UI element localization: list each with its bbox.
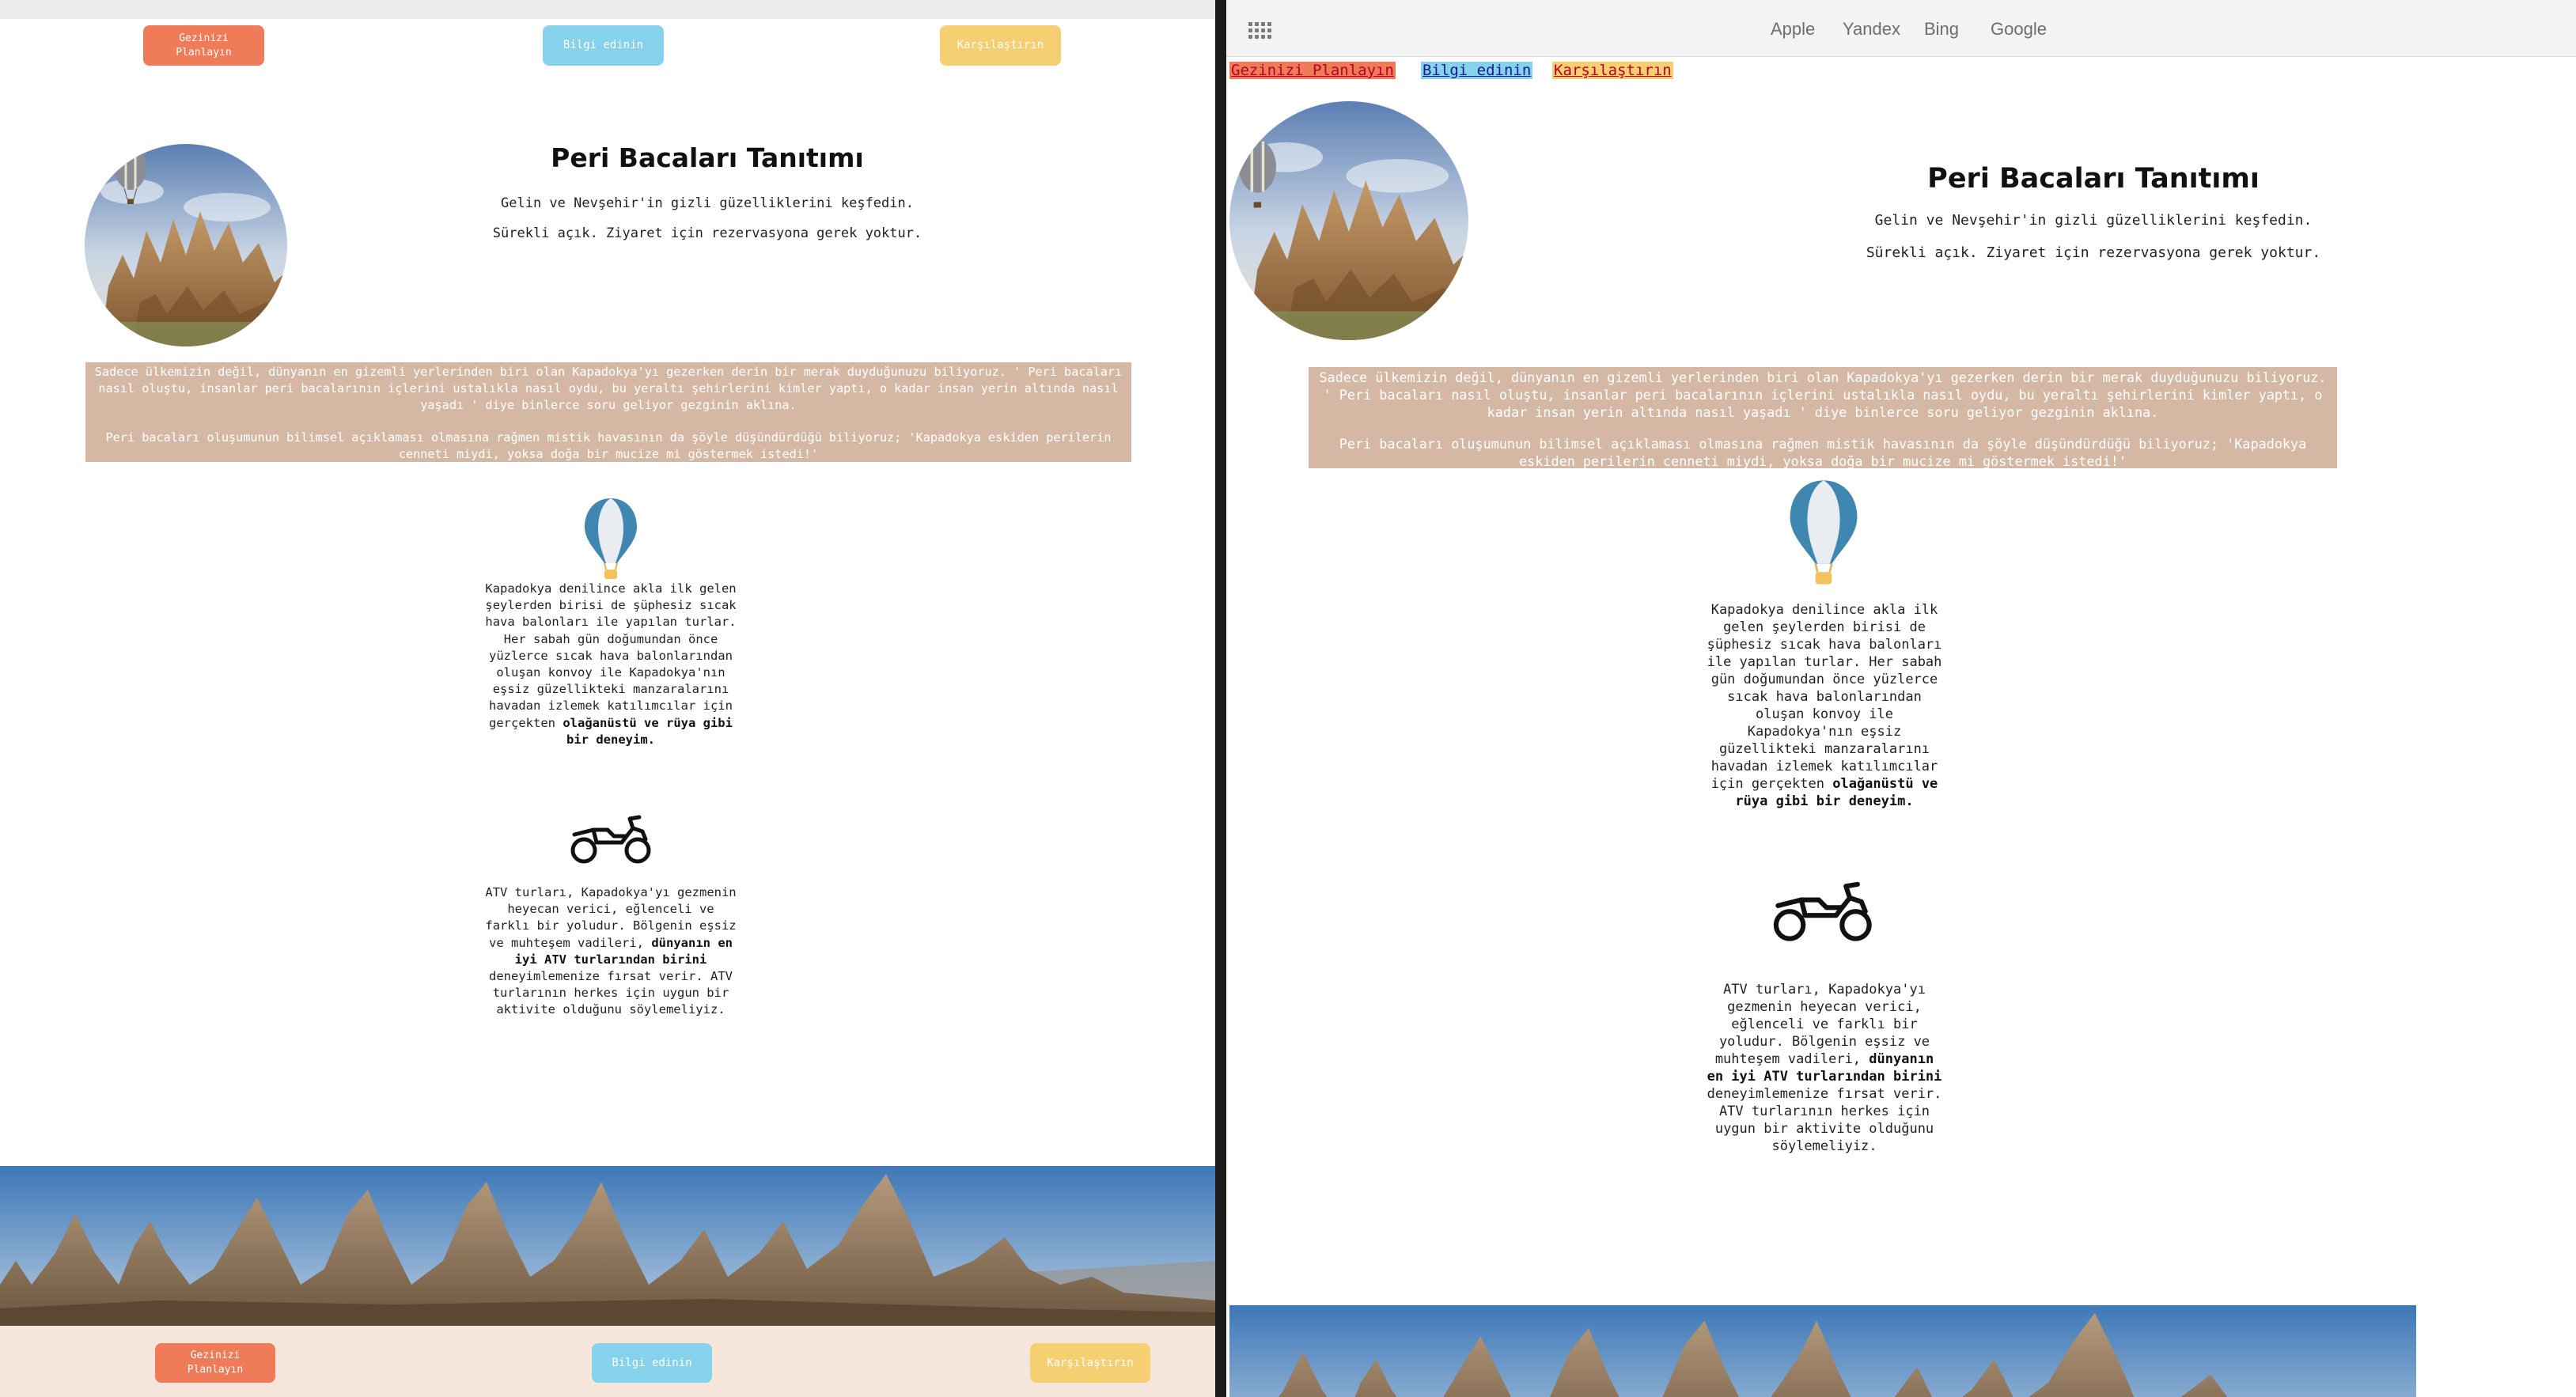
intro-text-box: Sadece ülkemizin değil, dünyanın en gize… [85, 362, 1131, 462]
fairy-chimneys-panorama [0, 1166, 1215, 1326]
intro-paragraph-1: Sadece ülkemizin değil, dünyanın en gize… [94, 365, 1123, 412]
plan-trip-button[interactable]: Gezinizi Planlayın [143, 25, 264, 66]
balloon-description: Kapadokya denilince akla ilk gelen şeyle… [1704, 601, 1945, 810]
intro-paragraph-2: Peri bacaları oluşumunun bilimsel açıkla… [105, 430, 1112, 461]
compare-label: Karşılaştırın [957, 39, 1044, 52]
nav-link-compare[interactable]: Karşılaştırın [1552, 62, 1673, 79]
balloon-description: Kapadokya denilince akla ilk gelen şeyle… [483, 581, 738, 748]
window-divider [1215, 0, 1226, 1397]
atv-description: ATV turları, Kapadokya'yı gezmenin heyec… [483, 884, 738, 1019]
cappadocia-hero-image [85, 144, 287, 346]
balloon-text-bold: olağanüstü ve rüya gibi bir deneyim. [563, 715, 733, 747]
compare-button[interactable]: Karşılaştırın [940, 25, 1061, 66]
learn-label: Bilgi edinin [563, 39, 644, 52]
intro-paragraph-2: Peri bacaları oluşumunun bilimsel açıkla… [1339, 436, 2307, 469]
footer-bar: Gezinizi Planlayın Bilgi edinin Karşılaş… [0, 1326, 1215, 1397]
intro-paragraph-1: Sadece ülkemizin değil, dünyanın en gize… [1319, 369, 2327, 420]
balloon-text: Kapadokya denilince akla ilk gelen şeyle… [1707, 602, 1942, 792]
footer-plan-label-line1: Gezinizi [190, 1350, 241, 1362]
favorite-google[interactable]: Google [1991, 19, 2047, 40]
atv-description: ATV turları, Kapadokya'yı gezmenin heyec… [1704, 981, 1945, 1155]
top-strip [0, 0, 1215, 19]
favorite-yandex[interactable]: Yandex [1843, 19, 1900, 40]
learn-button[interactable]: Bilgi edinin [543, 25, 664, 66]
hot-air-balloon-icon [1790, 480, 1858, 585]
atv-motorbike-icon [570, 815, 651, 864]
balloon-text: Kapadokya denilince akla ilk gelen şeyle… [485, 581, 737, 730]
atv-text-2: deneyimlemenize fırsat verir. ATV turlar… [489, 969, 733, 1017]
cappadocia-hero-image [1229, 101, 1468, 340]
apps-grid-icon[interactable] [1248, 22, 1271, 40]
hot-air-balloon-icon [585, 498, 637, 579]
right-browser-window: Apple Yandex Bing Google Gezinizi Planla… [1226, 0, 2576, 1397]
atv-text-2: deneyimlemenize fırsat verir. ATV turlar… [1707, 1086, 1942, 1154]
footer-learn-label: Bilgi edinin [612, 1356, 692, 1369]
fairy-chimneys-panorama [1229, 1305, 2416, 1397]
page-title: Peri Bacaları Tanıtımı [551, 142, 864, 173]
footer-plan-label-line2: Planlayın [187, 1364, 244, 1376]
favorite-bing[interactable]: Bing [1924, 19, 1959, 40]
atv-motorbike-icon [1773, 881, 1872, 941]
subtitle-open: Sürekli açık. Ziyaret için rezervasyona … [1866, 244, 2321, 261]
subtitle-open: Sürekli açık. Ziyaret için rezervasyona … [492, 225, 922, 241]
footer-learn-button[interactable]: Bilgi edinin [592, 1343, 712, 1383]
nav-link-plan[interactable]: Gezinizi Planlayın [1229, 62, 1396, 79]
footer-plan-trip-button[interactable]: Gezinizi Planlayın [155, 1343, 275, 1383]
left-page-view: Gezinizi Planlayın Bilgi edinin Karşılaş… [0, 0, 1215, 1397]
browser-favorites-bar: Apple Yandex Bing Google [1226, 0, 2576, 57]
nav-link-learn[interactable]: Bilgi edinin [1421, 62, 1533, 79]
plan-trip-label-line1: Gezinizi [179, 32, 229, 44]
favorite-apple[interactable]: Apple [1771, 19, 1815, 40]
footer-compare-label: Karşılaştırın [1047, 1356, 1134, 1369]
footer-compare-button[interactable]: Karşılaştırın [1030, 1343, 1150, 1383]
intro-text-box: Sadece ülkemizin değil, dünyanın en gize… [1309, 367, 2337, 469]
page-title: Peri Bacaları Tanıtımı [1927, 163, 2260, 195]
subtitle-discover: Gelin ve Nevşehir'in gizli güzelliklerin… [1874, 212, 2313, 229]
subtitle-discover: Gelin ve Nevşehir'in gizli güzelliklerin… [501, 195, 914, 211]
plan-trip-label-line2: Planlayın [176, 46, 232, 59]
